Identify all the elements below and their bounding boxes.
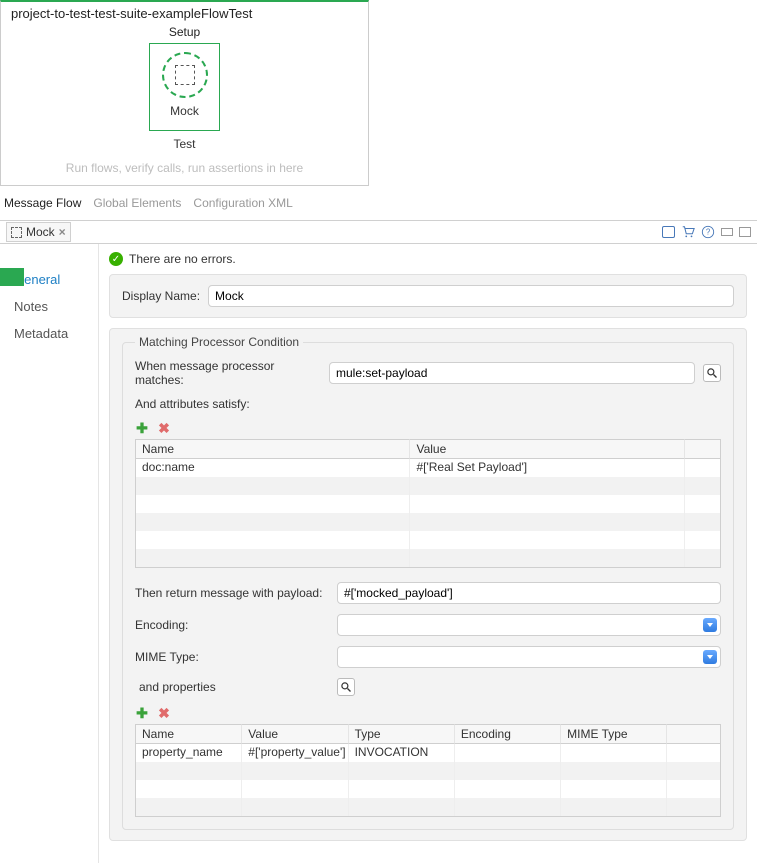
flow-title: project-to-test-test-suite-exampleFlowTe… (11, 6, 358, 21)
mime-select[interactable] (337, 646, 721, 668)
table-row[interactable]: doc:name #['Real Set Payload'] (136, 459, 720, 477)
find-properties-icon[interactable] (337, 678, 355, 696)
prop-col-value: Value (242, 724, 348, 744)
mock-caption: Mock (170, 104, 199, 118)
editor-tab-label: Mock (26, 225, 55, 239)
minimize-icon[interactable] (721, 228, 733, 236)
properties-table[interactable]: Name Value Type Encoding MIME Type prope… (135, 724, 721, 817)
ok-icon: ✓ (109, 252, 123, 266)
mock-icon (162, 52, 208, 98)
close-icon[interactable]: × (59, 225, 66, 239)
prop-col-name: Name (136, 724, 242, 744)
when-label: When message processor matches: (135, 359, 321, 387)
test-label: Test (11, 137, 358, 151)
mock-component[interactable]: Mock (149, 43, 220, 131)
display-name-label: Display Name: (122, 289, 200, 303)
save-icon[interactable] (662, 226, 675, 238)
mock-tab-icon (11, 227, 22, 238)
side-tab-metadata[interactable]: Metadata (0, 320, 98, 347)
editor-tab-mock[interactable]: Mock × (6, 222, 71, 242)
properties-body: ✓ There are no errors. Display Name: Mat… (98, 244, 757, 863)
and-attr-label: And attributes satisfy: (135, 397, 250, 411)
tab-global-elements[interactable]: Global Elements (93, 196, 181, 210)
encoding-select[interactable] (337, 614, 721, 636)
table-row[interactable]: property_name #['property_value'] INVOCA… (136, 744, 720, 762)
help-icon[interactable]: ? (701, 225, 715, 239)
attr-col-name: Name (136, 439, 410, 459)
setup-label: Setup (11, 25, 358, 39)
properties-panel: General Notes Metadata ✓ There are no er… (0, 243, 757, 863)
maximize-icon[interactable] (739, 227, 751, 237)
flow-panel: project-to-test-test-suite-exampleFlowTe… (0, 0, 369, 186)
delete-prop-button[interactable]: ✖ (157, 706, 171, 720)
when-input[interactable] (329, 362, 695, 384)
props-toolbar: ✚ ✖ (135, 706, 721, 720)
condition-group: Matching Processor Condition When messag… (109, 328, 747, 841)
matching-condition-fieldset: Matching Processor Condition When messag… (122, 335, 734, 830)
properties-side-tabs: General Notes Metadata (0, 244, 98, 863)
search-processor-icon[interactable] (703, 364, 721, 382)
prop-col-type: Type (349, 724, 455, 744)
attr-col-value: Value (410, 439, 684, 459)
condition-legend: Matching Processor Condition (135, 335, 303, 349)
add-attr-button[interactable]: ✚ (135, 421, 149, 435)
status-row: ✓ There are no errors. (109, 252, 747, 266)
encoding-label: Encoding: (135, 618, 329, 632)
status-text: There are no errors. (129, 252, 236, 266)
cart-icon[interactable] (681, 225, 695, 239)
side-tab-notes[interactable]: Notes (0, 293, 98, 320)
attributes-table[interactable]: Name Value doc:name #['Real Set Payload'… (135, 439, 721, 568)
tab-configuration-xml[interactable]: Configuration XML (193, 196, 292, 210)
and-properties-label: and properties (135, 680, 329, 694)
prop-col-encoding: Encoding (455, 724, 561, 744)
canvas-tabs: Message Flow Global Elements Configurati… (0, 192, 757, 220)
editor-bar: Mock × ? (0, 220, 757, 243)
attr-toolbar: ✚ ✖ (135, 421, 721, 435)
tab-message-flow[interactable]: Message Flow (4, 196, 81, 210)
add-prop-button[interactable]: ✚ (135, 706, 149, 720)
display-name-input[interactable] (208, 285, 734, 307)
svg-text:?: ? (706, 228, 711, 237)
then-return-label: Then return message with payload: (135, 586, 329, 600)
properties-toolbar: ? (662, 225, 751, 239)
display-name-group: Display Name: (109, 274, 747, 318)
mime-label: MIME Type: (135, 650, 329, 664)
payload-input[interactable] (337, 582, 721, 604)
delete-attr-button[interactable]: ✖ (157, 421, 171, 435)
prop-col-mime: MIME Type (561, 724, 667, 744)
flow-hint: Run flows, verify calls, run assertions … (11, 161, 358, 175)
